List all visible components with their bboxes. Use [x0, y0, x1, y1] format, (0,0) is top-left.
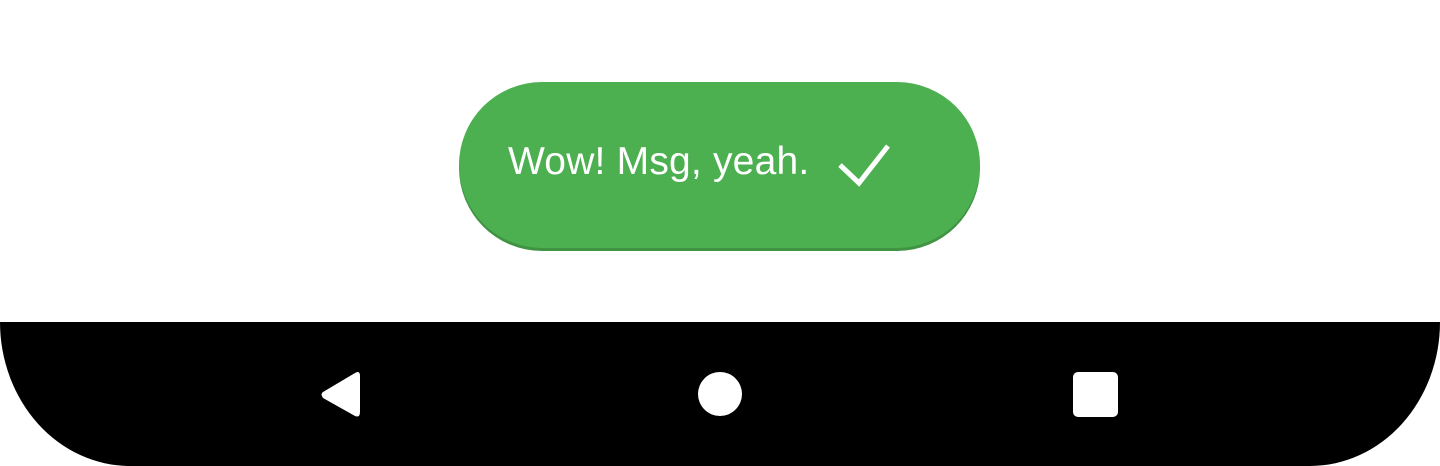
back-button[interactable]	[305, 358, 377, 430]
navigation-bar	[0, 322, 1440, 466]
home-icon	[698, 372, 742, 416]
recents-button[interactable]	[1059, 358, 1131, 430]
toast-text: Wow! Msg, yeah.	[508, 139, 810, 183]
screen: Wow! Msg, yeah.	[0, 0, 1440, 466]
toast-message: Wow! Msg, yeah.	[459, 82, 980, 248]
recents-icon	[1073, 372, 1118, 417]
back-icon	[321, 370, 360, 417]
checkmark-icon	[835, 142, 893, 190]
home-button[interactable]	[684, 358, 756, 430]
